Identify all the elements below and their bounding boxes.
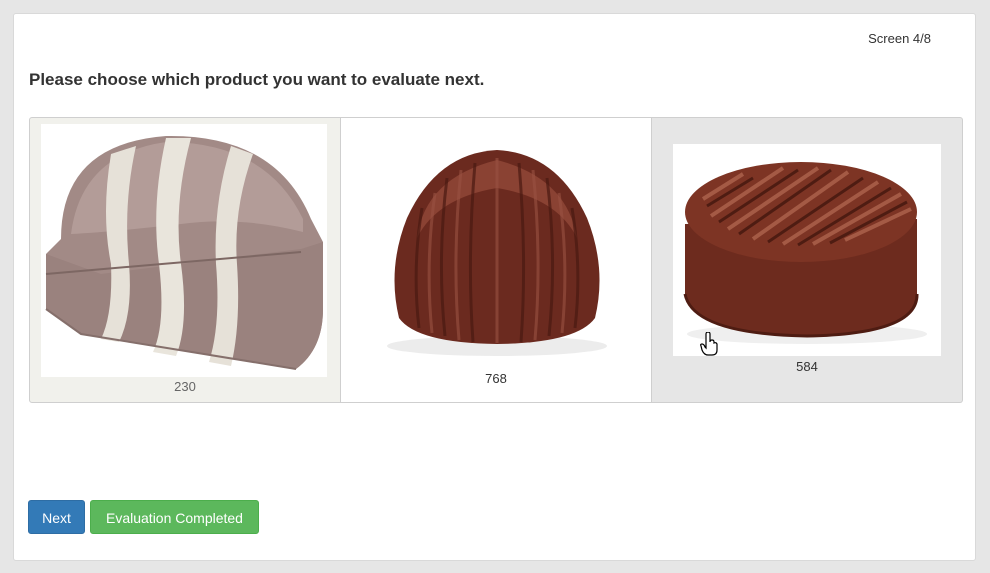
hand-pointer-cursor-icon (700, 332, 718, 356)
product-card-584[interactable]: 584 (652, 117, 963, 403)
screen-counter: Screen 4/8 (868, 31, 931, 46)
product-choices: 230 768 584 (29, 117, 963, 403)
product-code: 584 (796, 359, 818, 374)
question-prompt: Please choose which product you want to … (29, 70, 485, 89)
product-code: 768 (485, 371, 507, 386)
ribbed-dark-chocolate-cup-image (377, 138, 617, 366)
round-chocolate-with-ridged-top-image (673, 144, 941, 356)
product-code: 230 (174, 379, 196, 394)
next-button[interactable]: Next (28, 500, 85, 534)
survey-panel: Screen 4/8 Please choose which product y… (13, 13, 976, 561)
evaluation-completed-button[interactable]: Evaluation Completed (90, 500, 259, 534)
marbled-milk-chocolate-praline-image (41, 124, 327, 377)
product-card-230[interactable]: 230 (29, 117, 341, 403)
product-card-768[interactable]: 768 (341, 117, 652, 403)
